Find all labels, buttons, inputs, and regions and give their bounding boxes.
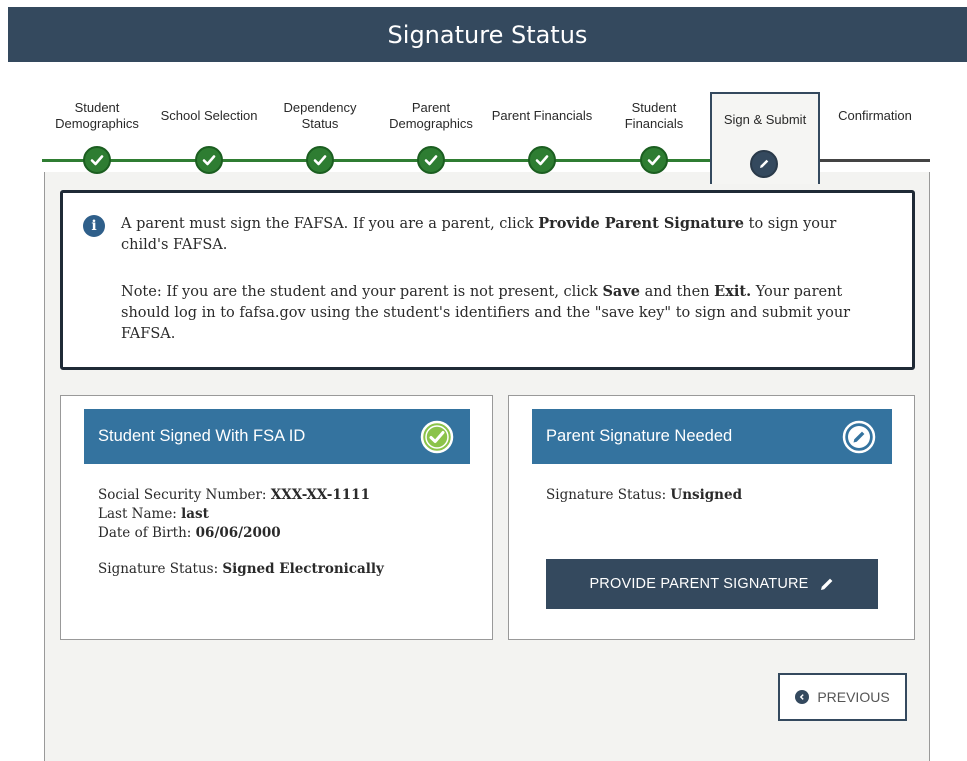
status-label: Signature Status: [546, 487, 671, 503]
parent-card-title: Parent Signature Needed [546, 427, 733, 445]
progress-line-remaining [818, 159, 930, 162]
check-icon [195, 146, 223, 174]
info-text: A parent must sign the FAFSA. If you are… [121, 216, 539, 232]
provide-parent-signature-button[interactable]: PROVIDE PARENT SIGNATURE [546, 559, 878, 609]
button-label: PROVIDE PARENT SIGNATURE [589, 576, 809, 592]
student-signature-status: Signature Status: Signed Electronically [98, 560, 384, 579]
info-text-strong: Provide Parent Signature [538, 215, 745, 232]
info-notice: i A parent must sign the FAFSA. If you a… [60, 190, 915, 370]
info-text: Note: If you are the student and your pa… [121, 284, 603, 300]
parent-signature-card: Parent Signature Needed Signature Status… [508, 395, 915, 640]
student-card-title: Student Signed With FSA ID [98, 427, 306, 445]
last-name-row: Last Name: last [98, 505, 370, 524]
dob-value: 06/06/2000 [195, 525, 281, 541]
info-paragraph-parent-sign: A parent must sign the FAFSA. If you are… [121, 213, 856, 256]
last-name-value: last [181, 506, 209, 522]
dob-label: Date of Birth: [98, 525, 196, 541]
info-text: and then [639, 284, 715, 300]
page-title: Signature Status [387, 20, 588, 49]
ssn-row: Social Security Number: XXX-XX-1111 [98, 486, 370, 505]
page-header: Signature Status [8, 7, 967, 62]
step-label: Parent Demographics [389, 100, 473, 131]
step-label: Dependency Status [283, 100, 357, 131]
step-student-financials[interactable]: Student Financials [599, 92, 709, 174]
check-icon [306, 146, 334, 174]
step-label: Student Demographics [55, 100, 139, 131]
step-label: Sign & Submit [723, 112, 807, 127]
student-details: Social Security Number: XXX-XX-1111 Last… [98, 486, 370, 543]
step-label: Parent Financials [491, 108, 593, 123]
info-icon: i [83, 215, 105, 237]
status-value: Signed Electronically [222, 561, 384, 577]
check-icon [528, 146, 556, 174]
back-arrow-icon [795, 690, 810, 704]
check-icon [417, 146, 445, 174]
signed-check-icon [420, 420, 454, 454]
status-label: Signature Status: [98, 561, 223, 577]
step-label: Confirmation [838, 108, 912, 123]
last-name-label: Last Name: [98, 506, 182, 522]
progress-stepper: Student Demographics School Selection De… [42, 92, 930, 184]
step-sign-and-submit[interactable]: Sign & Submit [710, 92, 820, 184]
step-student-demographics[interactable]: Student Demographics [42, 92, 152, 174]
step-school-selection[interactable]: School Selection [154, 92, 264, 174]
info-paragraph-note: Note: If you are the student and your pa… [121, 281, 856, 345]
dob-row: Date of Birth: 06/06/2000 [98, 524, 370, 543]
check-icon [640, 146, 668, 174]
step-label: School Selection [160, 108, 258, 123]
parent-card-header: Parent Signature Needed [532, 409, 892, 464]
student-card-header: Student Signed With FSA ID [84, 409, 470, 464]
step-parent-demographics[interactable]: Parent Demographics [376, 92, 486, 174]
previous-label: PREVIOUS [817, 689, 890, 705]
pencil-icon [750, 150, 778, 178]
info-text-strong: Save [602, 283, 640, 300]
progress-line-complete [42, 159, 710, 162]
pencil-badge-icon [842, 420, 876, 454]
status-value: Unsigned [670, 487, 743, 503]
step-dependency-status[interactable]: Dependency Status [265, 92, 375, 174]
parent-signature-status: Signature Status: Unsigned [546, 486, 742, 505]
check-icon [83, 146, 111, 174]
step-confirmation[interactable]: Confirmation [820, 92, 930, 140]
pencil-icon [820, 578, 832, 590]
step-parent-financials[interactable]: Parent Financials [487, 92, 597, 174]
ssn-value: XXX-XX-1111 [270, 487, 370, 503]
student-signature-card: Student Signed With FSA ID Social Securi… [60, 395, 493, 640]
previous-button[interactable]: PREVIOUS [778, 673, 907, 721]
info-text-strong: Exit. [714, 283, 752, 300]
ssn-label: Social Security Number: [98, 487, 271, 503]
step-label: Student Financials [624, 100, 684, 131]
